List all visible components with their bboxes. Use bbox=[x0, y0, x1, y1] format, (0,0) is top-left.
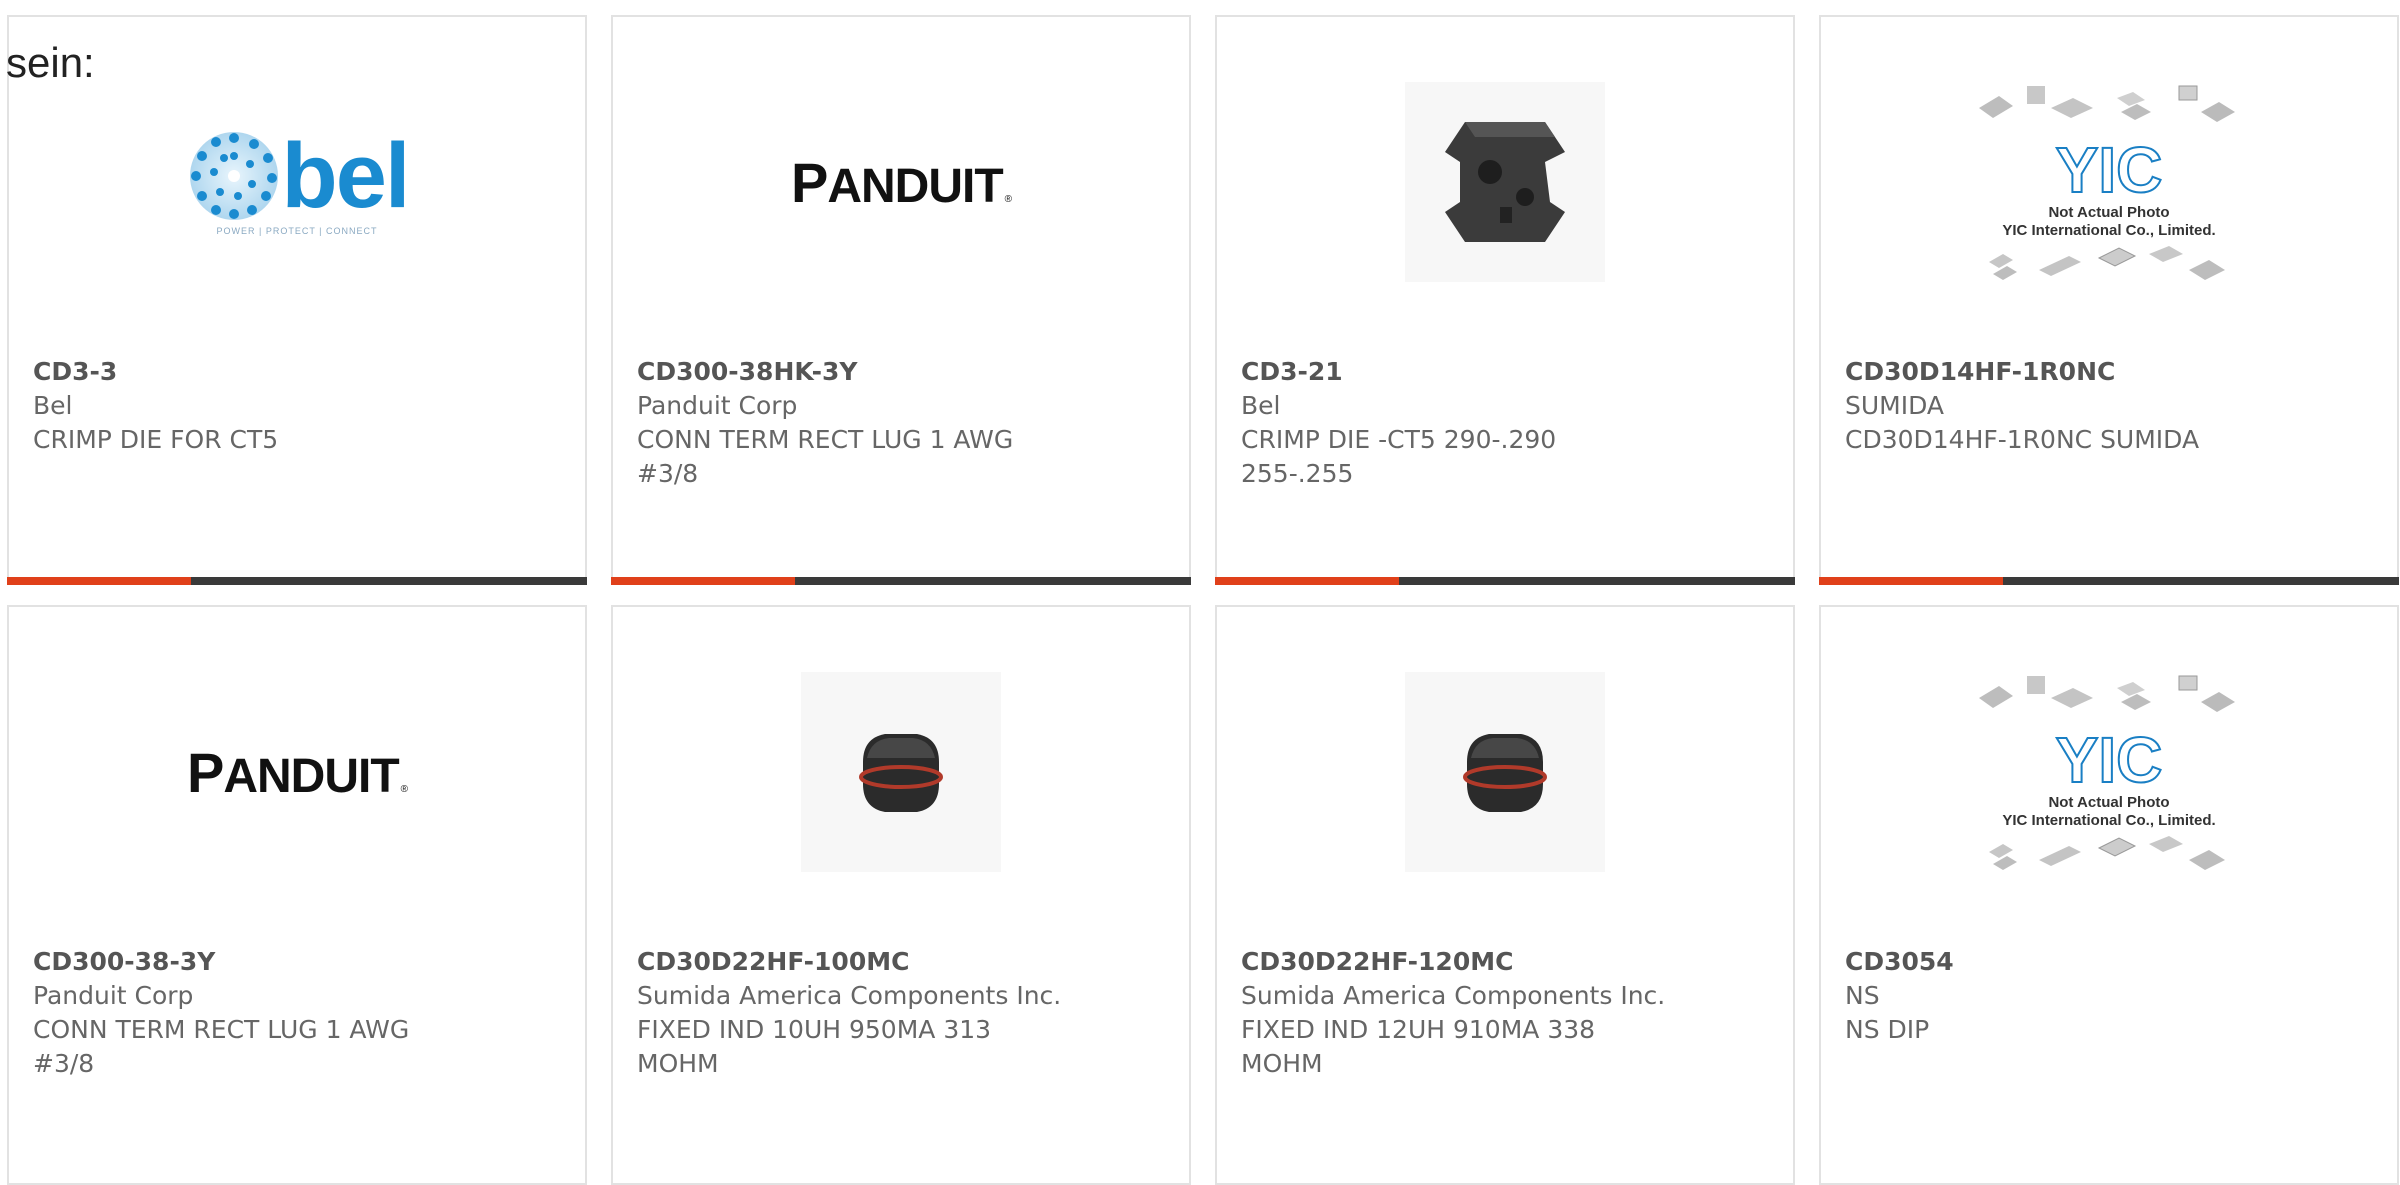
yic-logo: YIC bbox=[2055, 724, 2164, 794]
description: CRIMP DIE FOR CT5 bbox=[33, 425, 279, 454]
product-image-panduit-logo: P ANDUIT ® bbox=[177, 667, 417, 877]
yic-placeholder: YIC Not Actual Photo YIC International C… bbox=[1969, 78, 2249, 286]
product-image-panduit-logo: P ANDUIT ® bbox=[781, 77, 1021, 287]
description: FIXED IND 12UH 910MA 338 MOHM bbox=[1241, 1015, 1596, 1078]
part-number[interactable]: CD3054 bbox=[1845, 945, 2373, 979]
part-number[interactable]: CD3-21 bbox=[1241, 355, 1769, 389]
chip-icons-bottom bbox=[1989, 836, 2225, 870]
manufacturer: Bel bbox=[33, 391, 73, 420]
part-number[interactable]: CD300-38HK-3Y bbox=[637, 355, 1165, 389]
manufacturer: Sumida America Components Inc. bbox=[1241, 981, 1666, 1010]
crimp-die-photo bbox=[1405, 82, 1605, 282]
product-image-inductor-photo bbox=[1385, 667, 1625, 877]
product-image-bel-logo: bel POWER | PROTECT | CONNECT bbox=[177, 77, 417, 287]
bel-wordmark: bel bbox=[281, 125, 411, 227]
product-card[interactable]: bel POWER | PROTECT | CONNECT CD3-3 Bel … bbox=[7, 15, 587, 585]
description: CD30D14HF-1R0NC SUMIDA bbox=[1845, 425, 2200, 454]
intro-text: sein: bbox=[6, 39, 95, 86]
yic-note: Not Actual Photo YIC International Co., … bbox=[2002, 204, 2216, 239]
product-card[interactable]: CD30D22HF-100MC Sumida America Component… bbox=[611, 605, 1191, 1185]
yic-placeholder: YIC Not Actual Photo YIC International C… bbox=[1969, 668, 2249, 876]
bel-logo: bel POWER | PROTECT | CONNECT bbox=[186, 125, 411, 236]
bel-dot-globe-icon bbox=[189, 132, 278, 220]
product-card[interactable]: YIC Not Actual Photo YIC International C… bbox=[1819, 15, 2399, 585]
product-image-crimp-die-photo bbox=[1385, 77, 1625, 287]
part-number[interactable]: CD3-3 bbox=[33, 355, 561, 389]
card-bottom-bar bbox=[611, 577, 1191, 585]
chip-icons-top bbox=[1979, 85, 2235, 122]
part-number[interactable]: CD30D22HF-120MC bbox=[1241, 945, 1769, 979]
manufacturer: Bel bbox=[1241, 391, 1281, 420]
inductor-photo bbox=[1405, 672, 1605, 872]
description: CONN TERM RECT LUG 1 AWG #3/8 bbox=[637, 425, 1014, 488]
chip-icons-top bbox=[1979, 675, 2235, 712]
yic-logo: YIC bbox=[2055, 134, 2164, 204]
description: CONN TERM RECT LUG 1 AWG #3/8 bbox=[33, 1015, 410, 1078]
product-image-yic-placeholder: YIC Not Actual Photo YIC International C… bbox=[1979, 77, 2235, 287]
svg-text:YIC: YIC bbox=[2056, 724, 2163, 794]
card-bottom-bar bbox=[1819, 577, 2399, 585]
description: CRIMP DIE -CT5 290-.290 255-.255 bbox=[1241, 425, 1557, 488]
bel-tagline: POWER | PROTECT | CONNECT bbox=[216, 226, 378, 236]
chip-icons-bottom bbox=[1989, 246, 2225, 280]
card-bottom-bar bbox=[7, 577, 587, 585]
manufacturer: Sumida America Components Inc. bbox=[637, 981, 1062, 1010]
product-card[interactable]: YIC Not Actual Photo YIC International C… bbox=[1819, 605, 2399, 1185]
part-number[interactable]: CD30D22HF-100MC bbox=[637, 945, 1165, 979]
manufacturer: Panduit Corp bbox=[637, 391, 798, 420]
inductor-photo bbox=[801, 672, 1001, 872]
part-number[interactable]: CD30D14HF-1R0NC bbox=[1845, 355, 2373, 389]
panduit-logo: P ANDUIT ® bbox=[790, 150, 1012, 214]
description: FIXED IND 10UH 950MA 313 MOHM bbox=[637, 1015, 992, 1078]
product-card[interactable]: P ANDUIT ® CD300-38-3Y Panduit Corp CONN T… bbox=[7, 605, 587, 1185]
manufacturer: SUMIDA bbox=[1845, 391, 1945, 420]
product-image-yic-placeholder: YIC Not Actual Photo YIC International C… bbox=[1979, 667, 2235, 877]
manufacturer: NS bbox=[1845, 981, 1880, 1010]
yic-note: Not Actual Photo YIC International Co., … bbox=[2002, 794, 2216, 829]
product-card[interactable]: CD30D22HF-120MC Sumida America Component… bbox=[1215, 605, 1795, 1185]
description: NS DIP bbox=[1845, 1015, 1930, 1044]
svg-text:YIC: YIC bbox=[2056, 134, 2163, 204]
product-card[interactable]: P ANDUIT ® CD300-38HK-3Y Panduit Corp CONN… bbox=[611, 15, 1191, 585]
product-card[interactable]: CD3-21 Bel CRIMP DIE -CT5 290-.290 255-.… bbox=[1215, 15, 1795, 585]
part-number[interactable]: CD300-38-3Y bbox=[33, 945, 561, 979]
card-bottom-bar bbox=[1215, 577, 1795, 585]
product-image-inductor-photo bbox=[781, 667, 1021, 877]
panduit-logo: P ANDUIT ® bbox=[186, 740, 408, 804]
manufacturer: Panduit Corp bbox=[33, 981, 194, 1010]
